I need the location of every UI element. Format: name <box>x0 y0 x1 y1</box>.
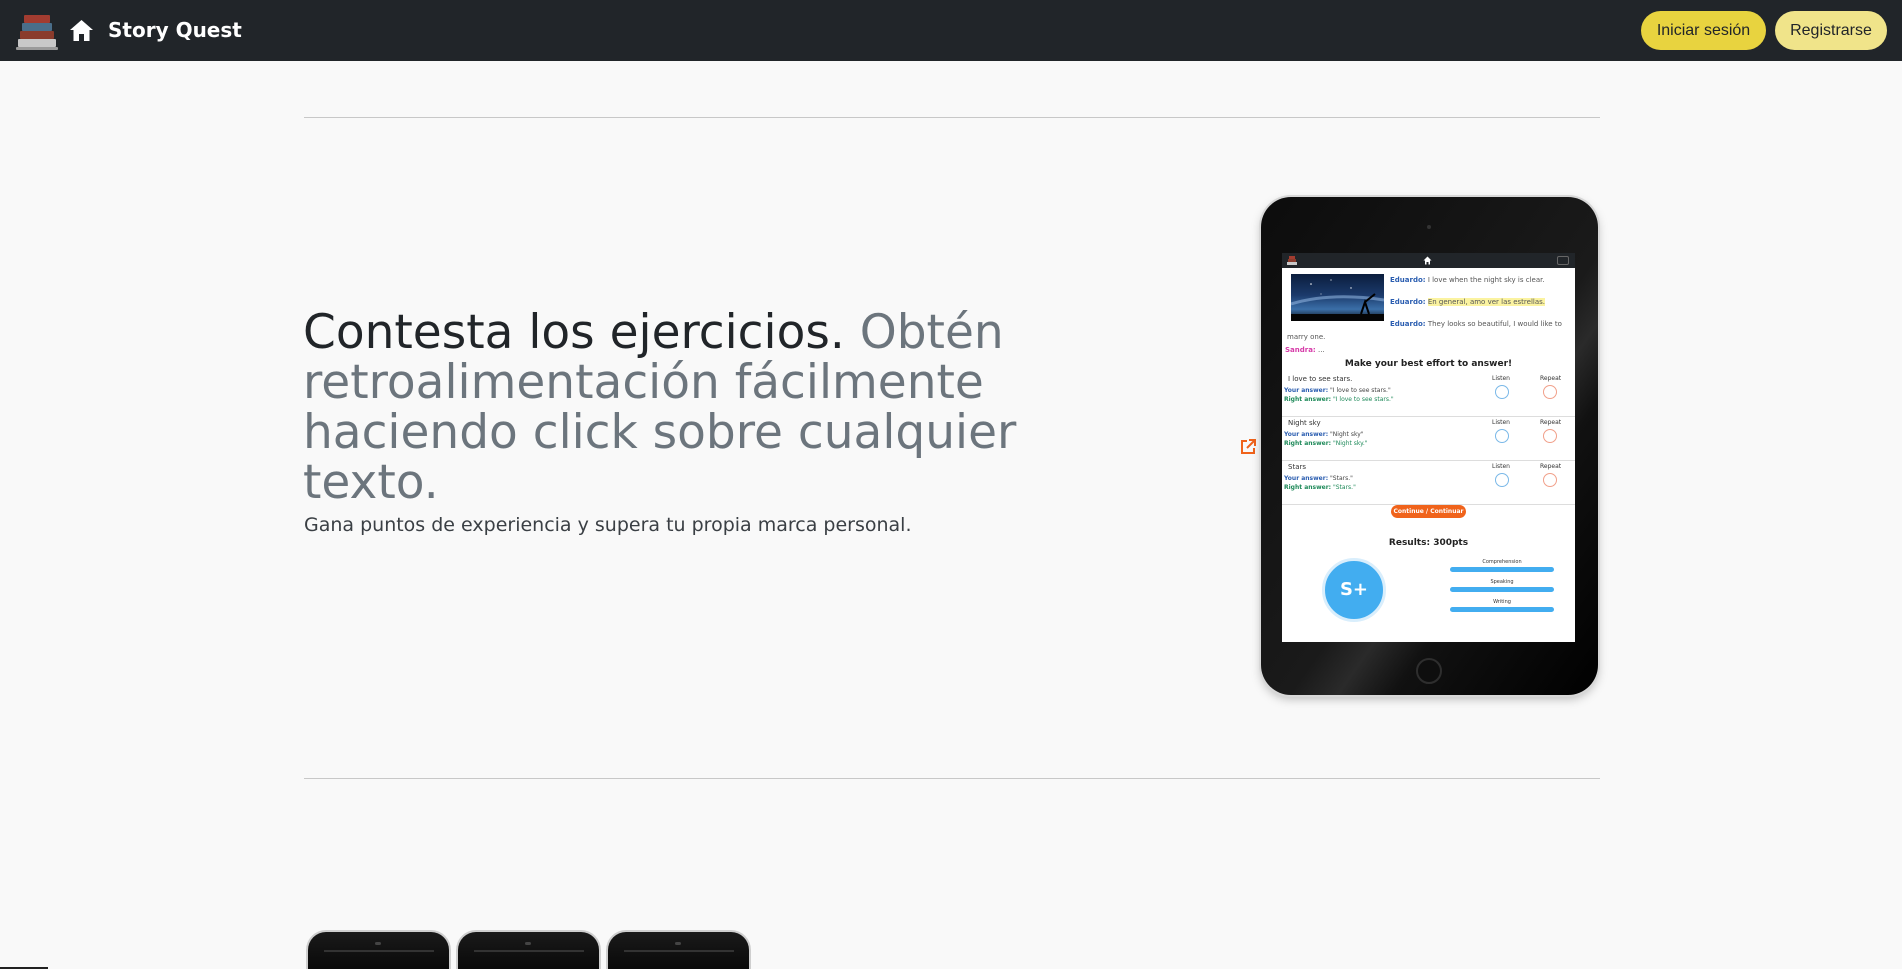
repeat-icon[interactable] <box>1543 385 1557 399</box>
hero-title-dark: Contesta los ejercicios. <box>303 305 845 360</box>
skill-label: Writing <box>1493 599 1511 605</box>
results-line: Results: 300pts <box>1282 538 1575 548</box>
exercise-row: Stars Your answer: "Stars." Right answer… <box>1282 461 1575 505</box>
external-link-icon[interactable] <box>1238 437 1258 457</box>
story-line-3-cont[interactable]: marry one. <box>1287 333 1325 341</box>
right-answer-label: Right answer: <box>1284 396 1332 403</box>
listen-label: Listen <box>1492 375 1510 382</box>
results-points: 300pts <box>1433 538 1469 548</box>
your-answer: Your answer: "Stars." <box>1284 475 1353 482</box>
phone-speaker <box>675 942 681 945</box>
dialogue-text[interactable]: ... <box>1318 346 1325 354</box>
repeat-label: Repeat <box>1540 463 1562 470</box>
exercise-prompt[interactable]: Stars <box>1288 463 1306 471</box>
your-answer-label: Your answer: <box>1284 431 1329 438</box>
exercise-heading: Make your best effort to answer! <box>1344 359 1513 369</box>
login-button[interactable]: Iniciar sesión <box>1641 11 1766 50</box>
right-answer-value: "Night sky." <box>1332 440 1368 447</box>
tablet-home-button <box>1416 658 1442 684</box>
speaker-name: Eduardo: <box>1390 298 1426 306</box>
books-logo-icon[interactable] <box>14 9 60 51</box>
right-answer-value: "I love to see stars." <box>1332 396 1394 403</box>
listen-speaker-icon[interactable] <box>1495 429 1509 443</box>
section-divider-bottom <box>304 778 1600 779</box>
exercise-prompt[interactable]: Night sky <box>1288 419 1321 427</box>
phone-speaker <box>525 942 531 945</box>
telescope-silhouette-icon <box>1290 279 1385 321</box>
right-answer: Right answer: "Stars." <box>1284 484 1356 491</box>
screen-menu-icon <box>1557 256 1569 265</box>
speaker-name: Sandra: <box>1285 346 1316 354</box>
right-answer-label: Right answer: <box>1284 440 1332 447</box>
dialogue-text-highlighted[interactable]: En general, amo ver las estrellas. <box>1427 298 1546 306</box>
story-line-4[interactable]: Sandra: ... <box>1285 346 1325 354</box>
register-button[interactable]: Registrarse <box>1775 11 1887 50</box>
your-answer-label: Your answer: <box>1284 387 1329 394</box>
dialogue-text[interactable]: They looks so beautiful, I would like to <box>1428 320 1562 328</box>
your-answer-value: "I love to see stars." <box>1330 387 1391 394</box>
tablet-camera <box>1427 225 1431 229</box>
brand-title[interactable]: Story Quest <box>108 18 242 42</box>
listen-speaker-icon[interactable] <box>1495 385 1509 399</box>
your-answer: Your answer: "I love to see stars." <box>1284 387 1391 394</box>
listen-label: Listen <box>1492 419 1510 426</box>
repeat-icon[interactable] <box>1543 473 1557 487</box>
phone-mockup <box>606 930 751 969</box>
phone-speaker <box>375 942 381 945</box>
listen-label: Listen <box>1492 463 1510 470</box>
tablet-screen: Eduardo: I love when the night sky is cl… <box>1282 253 1575 642</box>
speaker-name: Eduardo: <box>1390 320 1426 328</box>
home-icon[interactable] <box>69 19 94 42</box>
your-answer-value: "Stars." <box>1330 475 1353 482</box>
your-answer-label: Your answer: <box>1284 475 1329 482</box>
skill-label: Comprehension <box>1482 559 1522 565</box>
phone-bezel <box>324 950 434 952</box>
phone-mockup <box>456 930 601 969</box>
exercise-row: I love to see stars. Your answer: "I lov… <box>1282 373 1575 417</box>
skill-bar <box>1450 587 1554 592</box>
story-line-2[interactable]: Eduardo: En general, amo ver las estrell… <box>1390 298 1546 306</box>
grade-badge: S+ <box>1322 558 1386 622</box>
right-answer-value: "Stars." <box>1332 484 1356 491</box>
exercise-row: Night sky Your answer: "Night sky" Right… <box>1282 417 1575 461</box>
screen-logo-icon <box>1287 256 1297 265</box>
hero-title: Contesta los ejercicios. Obtén retroalim… <box>303 308 1023 508</box>
exercise-prompt[interactable]: I love to see stars. <box>1288 375 1352 383</box>
phone-mockup <box>306 930 451 969</box>
right-answer: Right answer: "I love to see stars." <box>1284 396 1394 403</box>
repeat-label: Repeat <box>1540 375 1562 382</box>
phone-bezel <box>624 950 734 952</box>
listen-speaker-icon[interactable] <box>1495 473 1509 487</box>
screen-home-icon <box>1423 256 1432 265</box>
story-illustration <box>1290 274 1385 321</box>
repeat-label: Repeat <box>1540 419 1562 426</box>
your-answer: Your answer: "Night sky" <box>1284 431 1364 438</box>
tablet-mockup: Eduardo: I love when the night sky is cl… <box>1261 197 1598 695</box>
dialogue-text[interactable]: I love when the night sky is clear. <box>1428 276 1545 284</box>
phone-bezel <box>474 950 584 952</box>
right-answer: Right answer: "Night sky." <box>1284 440 1368 447</box>
continue-button[interactable]: Continue / Continuar <box>1391 505 1466 518</box>
right-answer-label: Right answer: <box>1284 484 1332 491</box>
section-divider-top <box>304 117 1600 118</box>
skill-bar <box>1450 607 1554 612</box>
repeat-icon[interactable] <box>1543 429 1557 443</box>
your-answer-value: "Night sky" <box>1330 431 1364 438</box>
skill-bar <box>1450 567 1554 572</box>
speaker-name: Eduardo: <box>1390 276 1426 284</box>
results-label: Results: <box>1388 538 1431 548</box>
hero-subtitle: Gana puntos de experiencia y supera tu p… <box>304 514 912 536</box>
top-navbar: Story Quest Iniciar sesión Registrarse <box>0 0 1902 61</box>
skill-label: Speaking <box>1490 579 1514 585</box>
screen-navbar <box>1282 253 1575 268</box>
story-line-1[interactable]: Eduardo: I love when the night sky is cl… <box>1390 276 1545 284</box>
story-line-3[interactable]: Eduardo: They looks so beautiful, I woul… <box>1390 320 1562 328</box>
